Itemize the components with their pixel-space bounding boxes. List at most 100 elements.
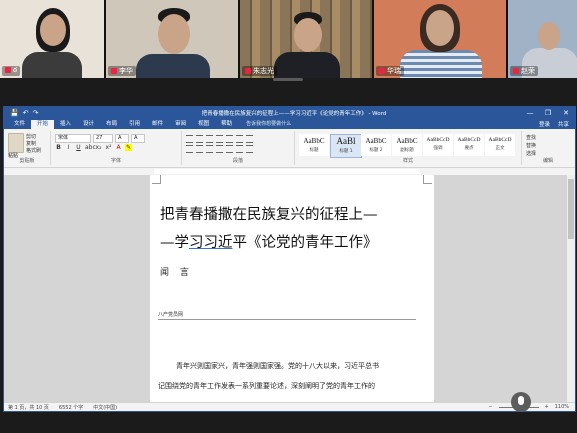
participant-name: 朱志光 bbox=[253, 67, 274, 75]
style-strong[interactable]: AaBbCcD 要点 bbox=[454, 134, 484, 156]
scrollbar-thumb[interactable] bbox=[568, 179, 574, 239]
underline-icon[interactable]: U bbox=[75, 144, 82, 151]
ribbon-home: 粘贴 剪切 复制 格式刷 剪贴板 宋体 27 A A B I U abc x₂ … bbox=[4, 129, 575, 168]
style-subtitle[interactable]: AaBbC 副标题 bbox=[392, 134, 422, 156]
align-right-icon[interactable] bbox=[206, 145, 213, 153]
participant-tile[interactable]: 赵荣 bbox=[508, 0, 577, 78]
editing-group-label: 编辑 bbox=[542, 158, 553, 164]
participant-head bbox=[158, 14, 190, 54]
tab-layout[interactable]: 布局 bbox=[100, 120, 123, 129]
restore-button[interactable]: ❐ bbox=[539, 107, 557, 119]
font-name-select[interactable]: 宋体 bbox=[55, 134, 91, 143]
redo-icon[interactable]: ↷ bbox=[33, 109, 39, 117]
participant-body bbox=[274, 52, 340, 78]
crop-mark bbox=[152, 175, 161, 184]
document-area: 把青春播撒在民族复兴的征程上— —学习习近平《论党的青年工作》 闻 言 八产党员… bbox=[4, 175, 575, 403]
editing-group: 查找 替换 选择 编辑 bbox=[522, 131, 574, 165]
style-heading-2[interactable]: AaBbC 标题 2 bbox=[361, 134, 391, 156]
source-line: 八产党员网 bbox=[158, 311, 416, 320]
word-count[interactable]: 6552 个字 bbox=[59, 404, 83, 411]
title-bar: 💾 ↶ ↷ 把青春播撒在民族复兴的征程上——学习习近平《论党的青年工作》 - W… bbox=[4, 107, 575, 119]
bold-icon[interactable]: B bbox=[55, 144, 62, 151]
tab-insert[interactable]: 插入 bbox=[54, 120, 77, 129]
shrink-font-icon[interactable]: A bbox=[131, 134, 145, 143]
replace-button[interactable]: 替换 bbox=[526, 142, 536, 150]
style-title[interactable]: AaBbC 标题 bbox=[299, 134, 329, 156]
copy-button[interactable]: 复制 bbox=[26, 141, 41, 148]
style-emphasis[interactable]: AaBbCcD 强调 bbox=[423, 134, 453, 156]
participant-name: 赵荣 bbox=[521, 67, 535, 75]
tab-help[interactable]: 帮助 bbox=[215, 120, 238, 129]
increase-indent-icon[interactable] bbox=[226, 135, 233, 143]
participant-tile[interactable]: 朱志光 bbox=[240, 0, 372, 78]
style-name: 标题 1 bbox=[339, 149, 353, 154]
tab-view[interactable]: 视图 bbox=[192, 120, 215, 129]
word-window: 💾 ↶ ↷ 把青春播撒在民族复兴的征程上——学习习近平《论党的青年工作》 - W… bbox=[3, 106, 576, 412]
tab-design[interactable]: 设计 bbox=[77, 120, 100, 129]
bullets-icon[interactable] bbox=[186, 135, 193, 143]
subscript-icon[interactable]: x₂ bbox=[95, 144, 102, 151]
share-button[interactable]: 共享 bbox=[558, 120, 569, 128]
tab-references[interactable]: 引用 bbox=[123, 120, 146, 129]
style-sample: AaBbCcD bbox=[488, 137, 512, 143]
mic-muted-icon bbox=[245, 68, 251, 74]
vertical-scrollbar[interactable] bbox=[567, 175, 575, 403]
tab-file[interactable]: 文件 bbox=[8, 120, 31, 129]
participant-name-tag: 李华 bbox=[108, 66, 136, 76]
font-group-label: 字体 bbox=[110, 158, 121, 164]
zoom-out-icon[interactable]: − bbox=[488, 404, 492, 410]
find-button[interactable]: 查找 bbox=[526, 134, 536, 142]
language-indicator[interactable]: 中文(中国) bbox=[93, 404, 117, 411]
crop-mark bbox=[423, 175, 432, 184]
numbering-icon[interactable] bbox=[196, 135, 203, 143]
highlight-icon[interactable]: ✎ bbox=[125, 144, 132, 151]
ruler-track bbox=[154, 169, 420, 174]
microphone-icon[interactable] bbox=[511, 392, 531, 412]
cut-button[interactable]: 剪切 bbox=[26, 134, 41, 141]
line-spacing-icon[interactable] bbox=[226, 145, 233, 153]
sort-icon[interactable] bbox=[236, 135, 243, 143]
tab-mailings[interactable]: 邮件 bbox=[146, 120, 169, 129]
style-normal[interactable]: AaBbCcD 正文 bbox=[485, 134, 515, 156]
multilevel-list-icon[interactable] bbox=[206, 135, 213, 143]
format-painter-button[interactable]: 格式刷 bbox=[26, 148, 41, 155]
save-icon[interactable]: 💾 bbox=[10, 109, 19, 117]
tab-home[interactable]: 开始 bbox=[31, 120, 55, 129]
minimize-button[interactable]: — bbox=[521, 107, 539, 119]
tell-me-search[interactable]: 告诉我你想要做什么 bbox=[238, 120, 291, 129]
justify-icon[interactable] bbox=[216, 145, 223, 153]
superscript-icon[interactable]: x² bbox=[105, 144, 112, 151]
align-center-icon[interactable] bbox=[196, 145, 203, 153]
sign-in-link[interactable]: 登录 bbox=[539, 120, 550, 128]
align-left-icon[interactable] bbox=[186, 145, 193, 153]
paste-icon[interactable] bbox=[8, 133, 24, 153]
close-button[interactable]: ✕ bbox=[557, 107, 575, 119]
italic-icon[interactable]: I bbox=[65, 144, 72, 151]
participant-tile[interactable]: 华瑞 bbox=[374, 0, 506, 78]
page-count[interactable]: 第 1 页，共 10 页 bbox=[8, 404, 49, 411]
zoom-in-icon[interactable]: + bbox=[545, 404, 549, 410]
title-text: 平《论党的青年工作》 bbox=[232, 235, 378, 251]
shading-icon[interactable] bbox=[236, 145, 243, 153]
strikethrough-icon[interactable]: abc bbox=[85, 144, 96, 151]
participant-head bbox=[538, 22, 560, 50]
show-marks-icon[interactable] bbox=[246, 135, 253, 143]
borders-icon[interactable] bbox=[246, 145, 253, 153]
zoom-level[interactable]: 110% bbox=[555, 404, 569, 410]
undo-icon[interactable]: ↶ bbox=[23, 109, 29, 117]
paragraph-group-label: 段落 bbox=[232, 158, 243, 164]
participant-tile[interactable]: 李华 bbox=[106, 0, 238, 78]
mic-muted-icon bbox=[513, 68, 519, 74]
participant-tile[interactable]: ఠ bbox=[0, 0, 104, 78]
clipboard-group-label: 剪贴板 bbox=[19, 158, 35, 164]
participant-body bbox=[22, 52, 82, 78]
document-page[interactable]: 把青春播撒在民族复兴的征程上— —学习习近平《论党的青年工作》 闻 言 八产党员… bbox=[150, 175, 434, 403]
tab-review[interactable]: 审阅 bbox=[169, 120, 192, 129]
style-heading-1[interactable]: AaBl 标题 1 bbox=[330, 134, 362, 158]
screen-share-indicator[interactable] bbox=[273, 78, 303, 81]
decrease-indent-icon[interactable] bbox=[216, 135, 223, 143]
mic-muted-icon bbox=[5, 67, 11, 73]
font-size-select[interactable]: 27 bbox=[93, 134, 113, 143]
font-color-icon[interactable]: A bbox=[115, 144, 122, 151]
grow-font-icon[interactable]: A bbox=[115, 134, 129, 143]
